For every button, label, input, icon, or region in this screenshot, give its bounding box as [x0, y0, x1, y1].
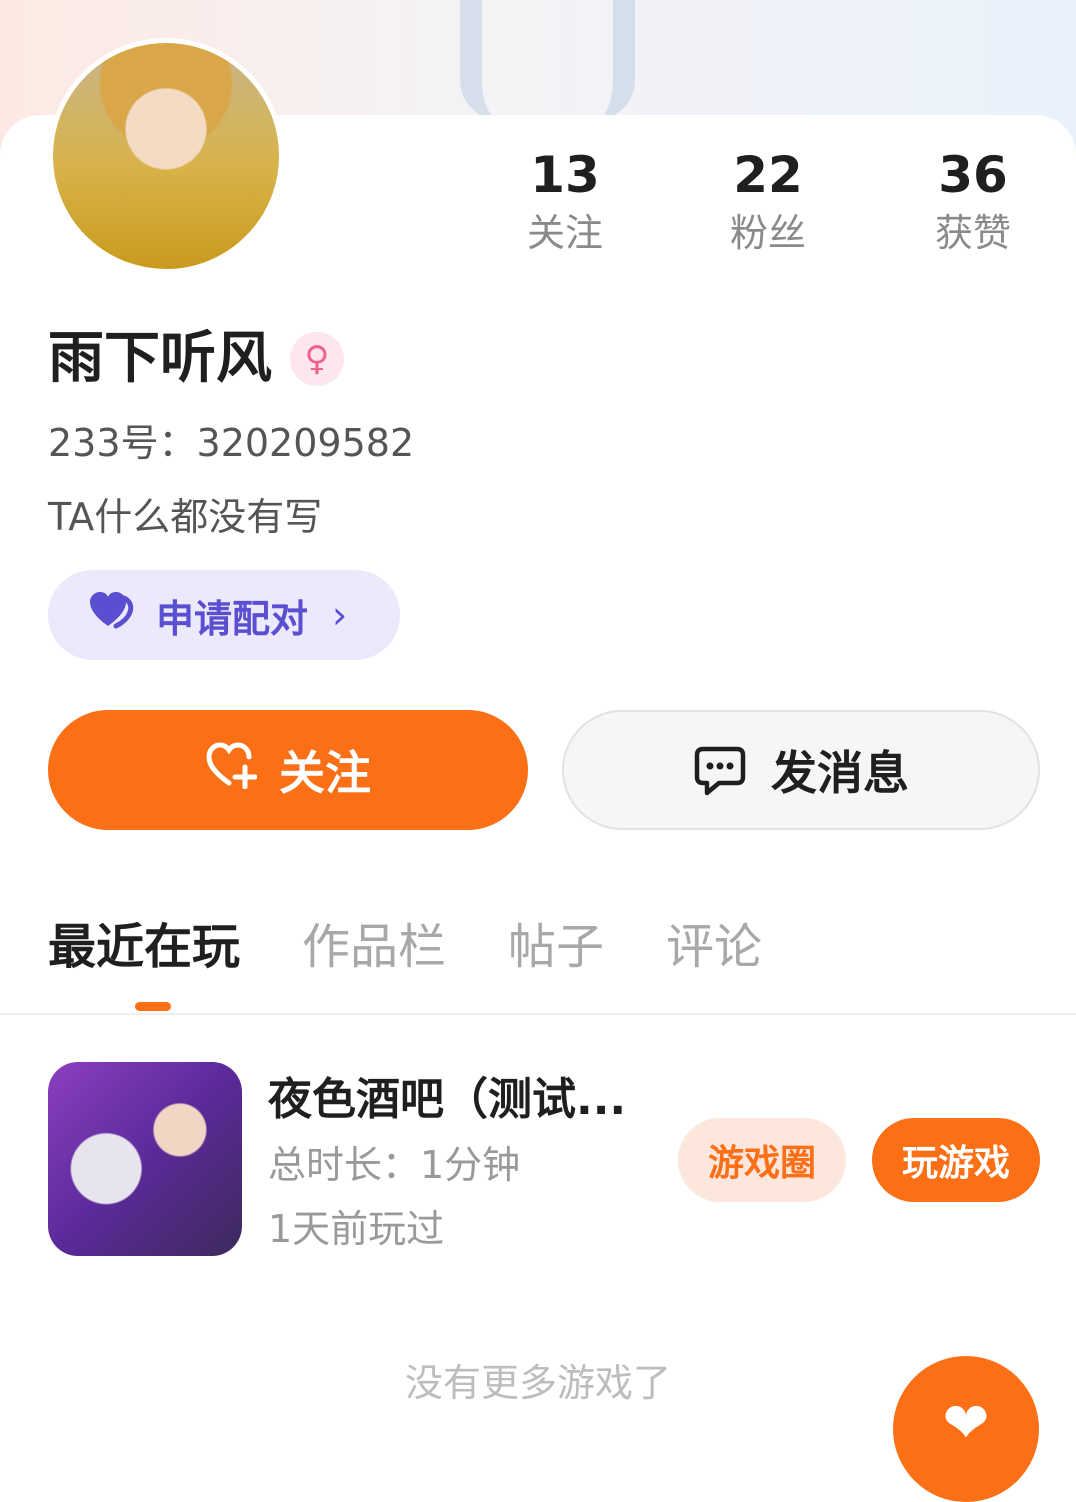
game-last-played: 1天前玩过 — [268, 1207, 445, 1251]
heart-pair-icon — [88, 590, 138, 640]
heart-plus-icon — [205, 741, 258, 800]
stat-fans[interactable]: 22 粉丝 — [688, 145, 848, 261]
send-message-label: 发消息 — [771, 746, 909, 800]
tab-comments[interactable]: 评论 — [666, 912, 762, 982]
profile-name: 雨下听风 — [48, 326, 272, 391]
game-title[interactable]: 夜色酒吧（测试... — [268, 1072, 648, 1128]
stat-likes-value: 36 — [938, 146, 1008, 204]
apply-pair-button[interactable]: 申请配对 › — [48, 570, 400, 660]
chevron-right-icon: › — [332, 593, 348, 637]
avatar[interactable] — [48, 38, 284, 274]
tab-recently-played[interactable]: 最近在玩 — [48, 912, 240, 982]
name-row: 雨下听风 ♀ — [48, 325, 344, 393]
stat-likes-label: 获赞 — [934, 211, 1011, 255]
follow-button[interactable]: 关注 — [48, 710, 528, 830]
play-game-button[interactable]: 玩游戏 — [872, 1118, 1040, 1202]
active-tab-indicator — [135, 1002, 171, 1011]
send-message-button[interactable]: 发消息 — [562, 710, 1040, 830]
play-game-label: 玩游戏 — [901, 1143, 1010, 1184]
stat-following-label: 关注 — [526, 211, 603, 255]
game-thumbnail[interactable] — [48, 1062, 242, 1256]
stat-fans-value: 22 — [733, 146, 803, 204]
follow-label: 关注 — [279, 746, 371, 800]
tab-posts[interactable]: 帖子 — [508, 912, 604, 982]
user-id: 233号：320209582 — [48, 421, 415, 465]
floating-heart-button[interactable]: ❤ — [893, 1356, 1039, 1502]
game-circle-button[interactable]: 游戏圈 — [678, 1118, 846, 1202]
header-figure-decoration — [460, 0, 635, 120]
game-circle-label: 游戏圈 — [707, 1143, 816, 1184]
chat-bubble-icon — [693, 743, 747, 797]
profile-tabs: 最近在玩 作品栏 帖子 评论 — [48, 912, 824, 982]
stat-fans-label: 粉丝 — [729, 211, 806, 255]
stat-following-value: 13 — [530, 146, 600, 204]
stat-following[interactable]: 13 关注 — [485, 145, 645, 261]
female-icon: ♀ — [290, 332, 344, 386]
game-total-duration: 总时长：1分钟 — [268, 1143, 521, 1187]
tab-works[interactable]: 作品栏 — [302, 912, 446, 982]
heart-icon: ❤ — [942, 1391, 990, 1456]
stat-likes[interactable]: 36 获赞 — [893, 145, 1053, 261]
profile-bio: TA什么都没有写 — [48, 495, 323, 539]
apply-pair-label: 申请配对 — [156, 596, 309, 641]
tabs-divider — [0, 1013, 1076, 1015]
stats-row: 13 关注 22 粉丝 36 获赞 — [460, 145, 1060, 275]
